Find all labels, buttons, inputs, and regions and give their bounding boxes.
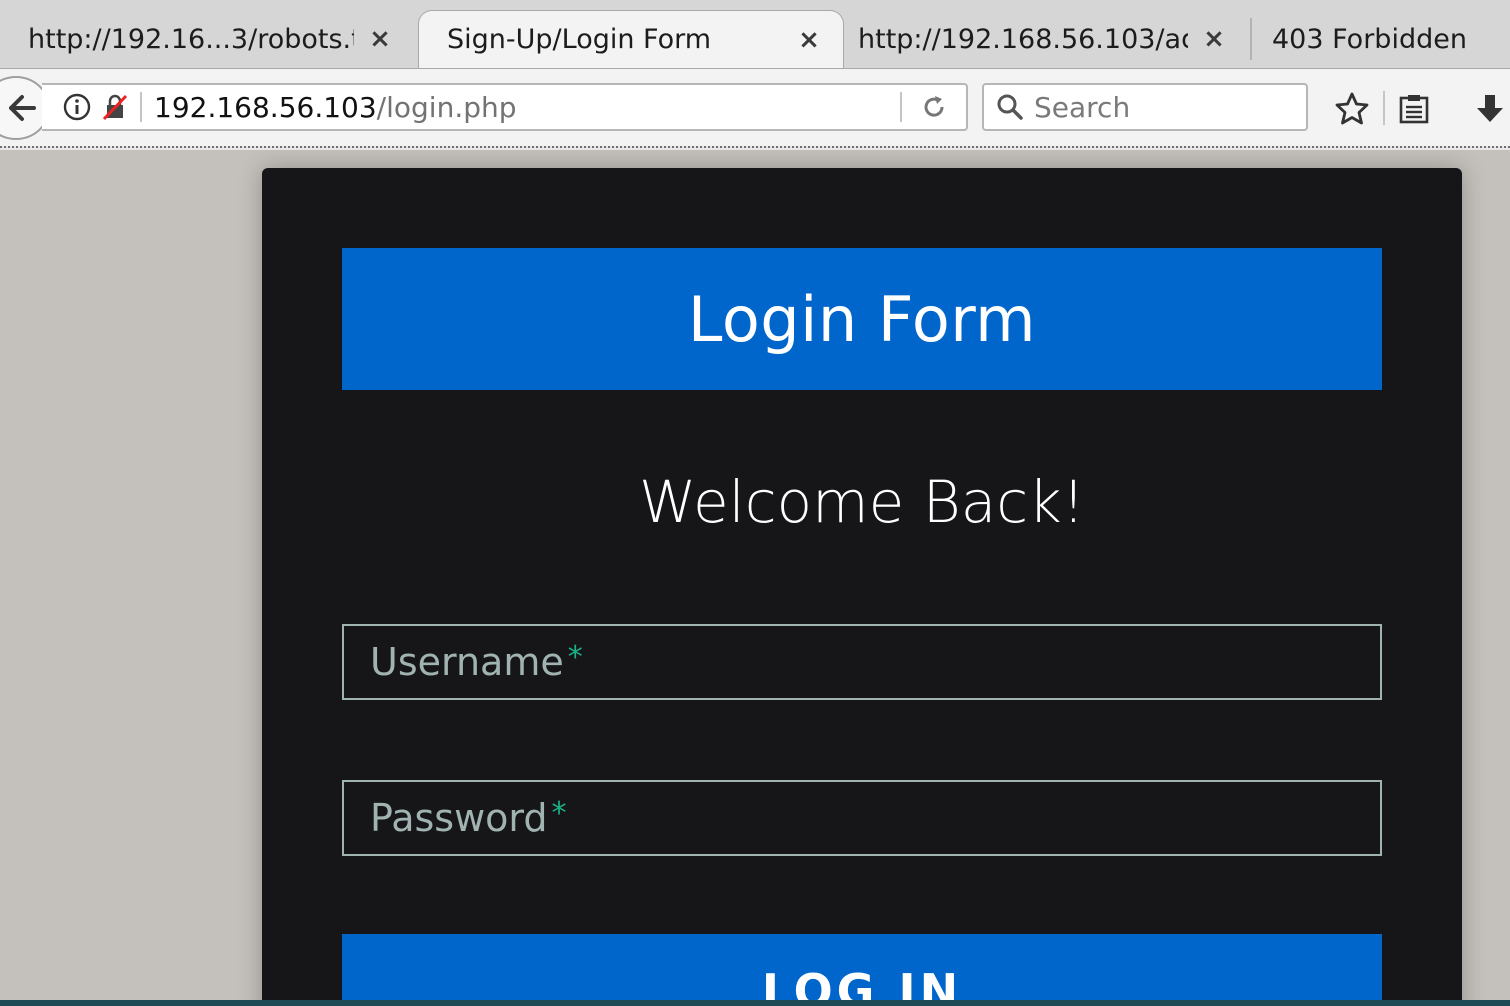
clipboard-icon bbox=[1399, 95, 1429, 124]
tab-forbidden[interactable]: 403 Forbidden bbox=[1254, 10, 1510, 68]
url-divider bbox=[140, 92, 142, 122]
password-field[interactable]: Password * bbox=[342, 780, 1382, 856]
tab-label: http://192.168.56.103/ad... bbox=[858, 23, 1188, 55]
login-form-card: Login Form Welcome Back! Username * Passw… bbox=[262, 168, 1462, 1006]
url-bar[interactable]: 192.168.56.103/login.php bbox=[42, 83, 968, 131]
reload-icon bbox=[924, 96, 944, 117]
tab-login-form[interactable]: Sign-Up/Login Form × bbox=[418, 10, 844, 68]
insecure-lock-icon[interactable] bbox=[100, 92, 130, 122]
url-text[interactable]: 192.168.56.103/login.php bbox=[154, 91, 900, 124]
welcome-heading: Welcome Back! bbox=[639, 468, 1085, 536]
download-arrow-icon bbox=[1477, 95, 1503, 122]
back-arrow-icon bbox=[9, 95, 36, 121]
toolbar-separator bbox=[1383, 91, 1385, 125]
reading-list-button[interactable] bbox=[1392, 87, 1436, 131]
search-icon bbox=[992, 93, 1028, 121]
navigation-bar: 192.168.56.103/login.php bbox=[0, 68, 1510, 146]
tab-label: Sign-Up/Login Form bbox=[447, 24, 712, 55]
bookmark-button[interactable] bbox=[1330, 87, 1374, 131]
tab-label: 403 Forbidden bbox=[1272, 23, 1467, 55]
username-field[interactable]: Username * bbox=[342, 624, 1382, 700]
close-icon[interactable]: × bbox=[366, 24, 394, 54]
close-icon[interactable]: × bbox=[795, 25, 823, 55]
downloads-button[interactable] bbox=[1468, 87, 1510, 131]
search-bar[interactable] bbox=[982, 83, 1308, 131]
info-icon[interactable] bbox=[62, 92, 92, 122]
form-header: Login Form bbox=[342, 248, 1382, 390]
page-bottom-strip bbox=[0, 1000, 1510, 1006]
password-input[interactable] bbox=[344, 782, 1380, 854]
close-icon[interactable]: × bbox=[1200, 24, 1228, 54]
tab-label: http://192.16...3/robots.txt bbox=[28, 23, 354, 55]
search-input[interactable] bbox=[1032, 89, 1282, 125]
tab-robots[interactable]: http://192.16...3/robots.txt × bbox=[0, 10, 414, 68]
reload-button[interactable] bbox=[902, 85, 966, 129]
star-icon bbox=[1335, 92, 1369, 125]
form-title: Login Form bbox=[687, 282, 1037, 356]
url-host: 192.168.56.103 bbox=[154, 90, 377, 124]
tab-admin[interactable]: http://192.168.56.103/ad... × bbox=[844, 10, 1248, 68]
page-viewport: Login Form Welcome Back! Username * Passw… bbox=[0, 150, 1510, 1006]
url-path: /login.php bbox=[376, 90, 517, 124]
username-input[interactable] bbox=[344, 626, 1380, 698]
tab-separator bbox=[1250, 18, 1252, 60]
tab-bar: http://192.16...3/robots.txt × Sign-Up/L… bbox=[0, 0, 1510, 68]
login-button[interactable]: LOG IN bbox=[342, 934, 1382, 1006]
